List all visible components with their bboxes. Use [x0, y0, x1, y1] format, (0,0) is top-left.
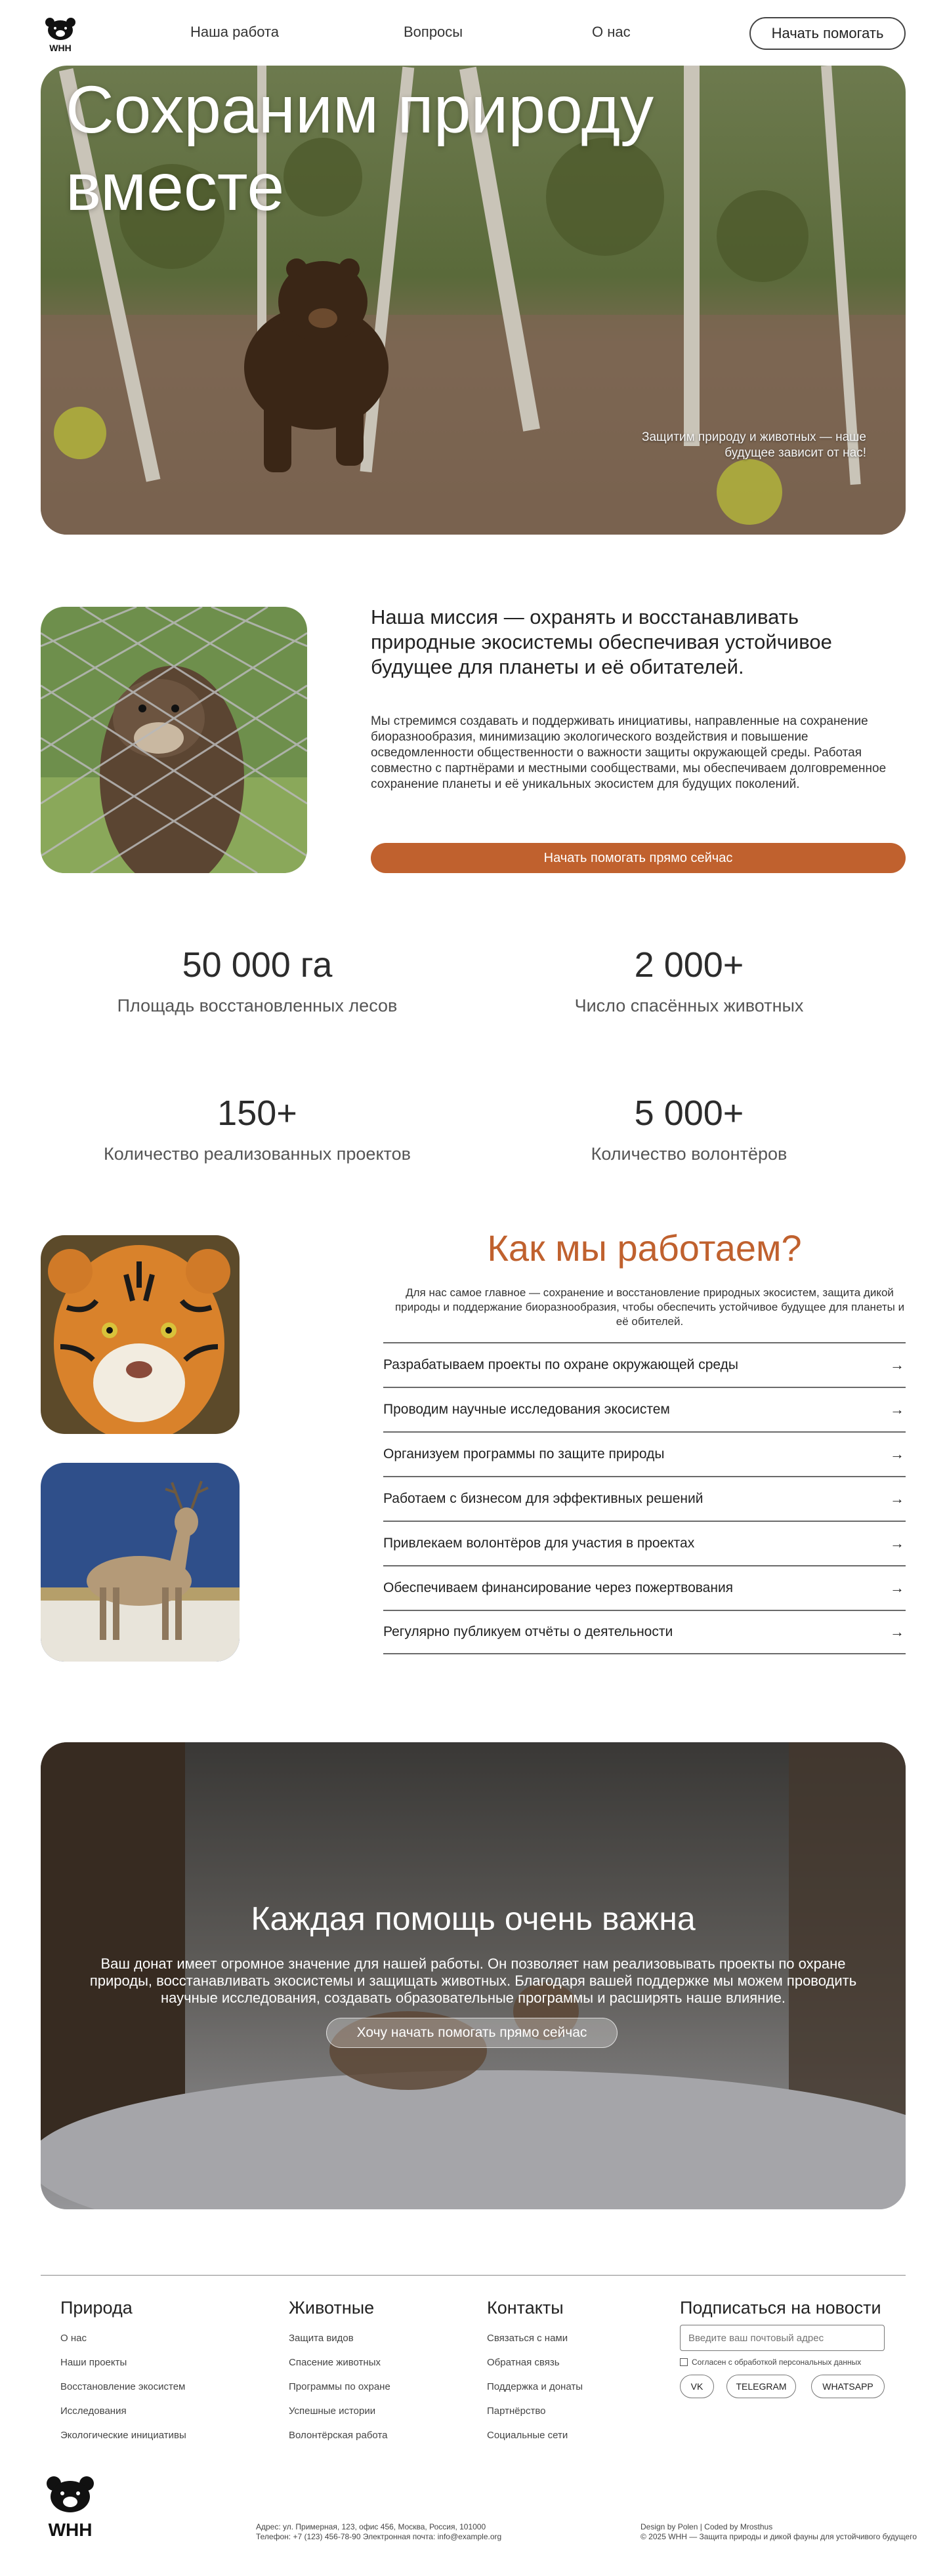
- social-button-vk[interactable]: VK: [680, 2375, 714, 2398]
- social-button-telegram[interactable]: TELEGRAM: [726, 2375, 796, 2398]
- deer-image: [41, 1463, 240, 1662]
- arrow-right-icon: →: [890, 1357, 904, 1373]
- stat-value-volunteers: 5 000+: [634, 1094, 744, 1133]
- hero-banner: Сохраним природу вместе Защитим природу …: [41, 66, 906, 535]
- footer-link[interactable]: Волонтёрская работа: [289, 2430, 387, 2441]
- footer-link[interactable]: Экологические инициативы: [60, 2430, 186, 2441]
- footer-link[interactable]: Восстановление экосистем: [60, 2381, 185, 2392]
- stat-label-volunteers: Количество волонтёров: [591, 1144, 788, 1164]
- work-item[interactable]: Работаем с бизнесом для эффективных реше…: [383, 1476, 906, 1521]
- footer-link[interactable]: Связаться с нами: [487, 2333, 568, 2344]
- how-we-work-description: Для нас самое главное — сохранение и вос…: [394, 1286, 905, 1328]
- deer-photo: [41, 1463, 240, 1662]
- stat-label-forests: Площадь восстановленных лесов: [117, 996, 398, 1015]
- arrow-right-icon: →: [890, 1446, 904, 1462]
- svg-text:WHH: WHH: [49, 43, 71, 53]
- footer-link[interactable]: Успешные истории: [289, 2405, 375, 2417]
- bear-logo-icon: WHH: [47, 2476, 94, 2540]
- arrow-right-icon: →: [890, 1624, 904, 1640]
- consent-checkbox-row[interactable]: Согласен с обработкой персональных данны…: [680, 2358, 861, 2367]
- footer-divider: [41, 2275, 906, 2276]
- social-button-whatsapp[interactable]: WHATSAPP: [811, 2375, 885, 2398]
- work-item[interactable]: Обеспечиваем финансирование через пожерт…: [383, 1565, 906, 1610]
- how-we-work-title: Как мы работаем?: [487, 1227, 802, 1269]
- mission-body: Мы стремимся создавать и поддерживать ин…: [371, 714, 887, 791]
- stat-value-forests: 50 000 га: [182, 945, 333, 985]
- nav-link-about[interactable]: О нас: [592, 24, 631, 41]
- footer-link[interactable]: Защита видов: [289, 2333, 354, 2344]
- start-helping-button[interactable]: Начать помогать: [749, 17, 906, 50]
- hero-note: Защитим природу и животных — наше будуще…: [641, 430, 866, 460]
- stat-label-projects: Количество реализованных проектов: [104, 1144, 411, 1164]
- nav-link-our-work[interactable]: Наша работа: [190, 24, 279, 41]
- consent-label: Согласен с обработкой персональных данны…: [692, 2358, 862, 2367]
- footer-link[interactable]: Спасение животных: [289, 2357, 381, 2368]
- bear-logo-icon: WHH: [45, 18, 75, 53]
- footer-link[interactable]: Обратная связь: [487, 2357, 560, 2368]
- footer-link[interactable]: Наши проекты: [60, 2357, 127, 2368]
- mission-heading: Наша миссия — охранять и восстанавливать…: [371, 605, 832, 678]
- tiger-image: [41, 1235, 240, 1434]
- footer-heading-nature: Природа: [60, 2298, 133, 2318]
- hero-title: Сохраним природу вместе: [66, 72, 654, 224]
- footer-link[interactable]: О нас: [60, 2333, 87, 2344]
- footer-heading-contacts: Контакты: [487, 2298, 564, 2318]
- donate-banner: Каждая помощь очень важна Ваш донат имее…: [41, 1742, 906, 2209]
- work-item[interactable]: Разрабатываем проекты по охране окружающ…: [383, 1342, 906, 1387]
- footer-link[interactable]: Социальные сети: [487, 2430, 568, 2441]
- footer-link[interactable]: Исследования: [60, 2405, 127, 2417]
- how-we-work-list: Разрабатываем проекты по охране окружающ…: [383, 1342, 906, 1654]
- consent-checkbox[interactable]: [680, 2358, 688, 2366]
- footer-heading-animals: Животные: [289, 2298, 375, 2318]
- svg-text:WHH: WHH: [49, 2520, 93, 2540]
- arrow-right-icon: →: [890, 1401, 904, 1418]
- arrow-right-icon: →: [890, 1535, 904, 1551]
- otter-photo: [41, 607, 307, 873]
- footer-link[interactable]: Программы по охране: [289, 2381, 390, 2392]
- newsletter-email-input[interactable]: [680, 2325, 885, 2351]
- work-item[interactable]: Проводим научные исследования экосистем →: [383, 1387, 906, 1431]
- work-item[interactable]: Привлекаем волонтёров для участия в прое…: [383, 1521, 906, 1565]
- footer-logo[interactable]: WHH: [41, 2472, 100, 2544]
- arrow-right-icon: →: [890, 1580, 904, 1596]
- footer-address: Адрес: ул. Примерная, 123, офис 456, Мос…: [256, 2522, 486, 2531]
- tiger-photo: [41, 1235, 240, 1434]
- start-helping-now-button[interactable]: Начать помогать прямо сейчас: [371, 843, 906, 873]
- footer-credits: Design by Polen | Coded by Mrosthus: [640, 2522, 773, 2531]
- footer-heading-subscribe: Подписаться на новости: [680, 2298, 881, 2318]
- work-item[interactable]: Регулярно публикуем отчёты о деятельност…: [383, 1610, 906, 1654]
- stat-value-projects: 150+: [217, 1094, 297, 1133]
- work-item[interactable]: Организуем программы по защите природы →: [383, 1431, 906, 1476]
- footer-link[interactable]: Партнёрство: [487, 2405, 546, 2417]
- footer-link[interactable]: Поддержка и донаты: [487, 2381, 583, 2392]
- footer-copyright: © 2025 WHH — Защита природы и дикой фаун…: [640, 2532, 917, 2541]
- donate-button[interactable]: Хочу начать помогать прямо сейчас: [326, 2018, 618, 2048]
- otter-image: [41, 607, 307, 873]
- donate-text: Ваш донат имеет огромное значение для на…: [89, 1955, 857, 2006]
- stat-label-animals: Число спасённых животных: [574, 996, 804, 1015]
- arrow-right-icon: →: [890, 1490, 904, 1507]
- stat-value-animals: 2 000+: [634, 945, 744, 985]
- donate-title: Каждая помощь очень важна: [251, 1900, 696, 1937]
- footer-phone: Телефон: +7 (123) 456-78-90 Электронная …: [256, 2532, 502, 2541]
- nav-link-faq[interactable]: Вопросы: [404, 24, 463, 41]
- logo[interactable]: WHH: [41, 14, 80, 54]
